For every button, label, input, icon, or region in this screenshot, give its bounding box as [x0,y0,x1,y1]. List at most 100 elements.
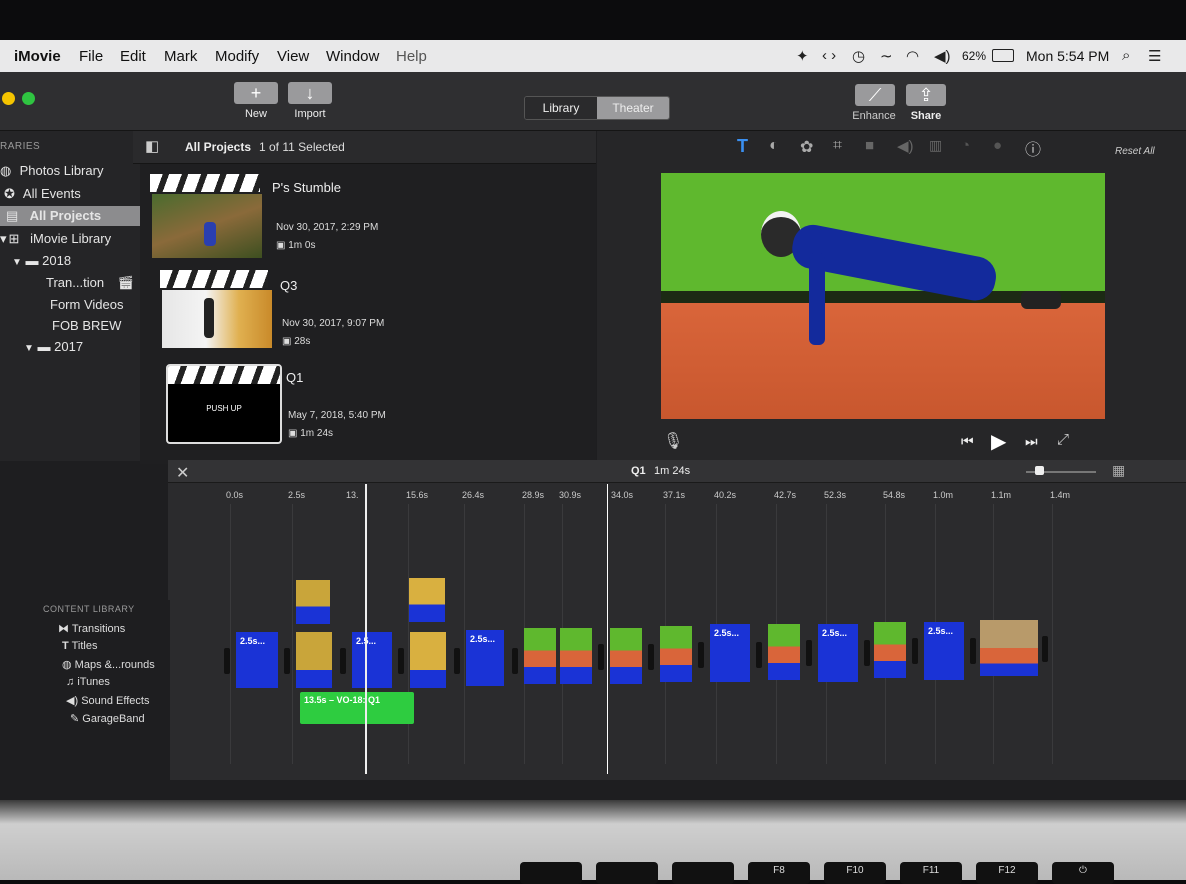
menu-mark[interactable]: Mark [164,48,197,65]
menu-window[interactable]: Window [326,48,379,65]
tab-library[interactable]: Library [525,97,597,119]
cutaway-clip[interactable] [409,578,445,622]
transition-marker[interactable] [454,648,460,674]
menu-app-name[interactable]: iMovie [14,48,61,65]
sidebar-item-2017[interactable]: ▼ ▬ 2017 [24,339,83,354]
play-icon[interactable]: ▶ [991,429,1006,454]
microphone-icon[interactable]: 🎙︎ [663,431,683,451]
sidebar-item-all-projects[interactable]: ▤ All Projects [0,206,142,226]
project-item-ps-stumble[interactable]: P's Stumble Nov 30, 2017, 2:29 PM ▣ 1m 0… [150,174,590,262]
transition-marker[interactable] [756,642,762,668]
titles-text-icon[interactable]: T [737,136,748,157]
menu-edit[interactable]: Edit [120,48,146,65]
content-item-titles[interactable]: T Titles [62,640,97,652]
menu-help[interactable]: Help [396,48,427,65]
transition-marker[interactable] [224,648,230,674]
info-icon[interactable]: ⓘ [1025,136,1041,160]
volume-adjust-icon[interactable]: ◀) [897,137,914,155]
sidebar-item-photos-library[interactable]: ◍ Photos Library [0,163,103,179]
sidebar-item-imovie-library[interactable]: ▾ ⊞ iMovie Library [0,231,111,247]
timeline-clip[interactable]: 2.5... [352,632,392,688]
timeline-clip[interactable] [874,622,906,678]
menu-file[interactable]: File [79,48,103,65]
timeline-clip[interactable] [410,632,446,688]
wifi-icon[interactable]: ◠ [906,47,919,65]
content-item-garageband[interactable]: ✎ GarageBand [70,712,145,725]
content-item-sound-effects[interactable]: ◀) Sound Effects [66,694,149,707]
content-item-transitions[interactable]: ⧓ Transitions [58,622,125,635]
sidebar-item-transition[interactable]: Tran...tion 🎬︎ [46,275,134,291]
transition-marker[interactable] [648,644,654,670]
tab-theater[interactable]: Theater [597,97,669,119]
transition-marker[interactable] [340,648,346,674]
transition-marker[interactable] [698,642,704,668]
skip-back-icon[interactable]: ⏮︎ [961,433,974,450]
notification-center-icon[interactable]: ☰ [1148,47,1161,65]
transition-marker[interactable] [512,648,518,674]
project-item-q1[interactable]: PUSH UP Q1 May 7, 2018, 5:40 PM ▣ 1m 24s [166,364,586,454]
timeline-clip[interactable] [560,628,592,684]
cutaway-clip[interactable] [296,580,330,624]
close-timeline-icon[interactable]: ✕ [176,463,189,483]
skip-forward-icon[interactable]: ⏭︎ [1025,433,1038,450]
minimize-window-icon[interactable] [2,92,15,105]
menu-clock[interactable]: Mon 5:54 PM [1026,48,1109,64]
timeline-clip[interactable] [660,626,692,682]
disclosure-triangle-icon[interactable]: ▼ [24,343,34,354]
playhead[interactable] [365,484,367,774]
enhance-button[interactable]: ⟋ [855,84,895,106]
timeline-clip[interactable]: 2.5s... [710,624,750,682]
time-machine-icon[interactable]: ◷ [852,47,865,65]
code-icon[interactable]: ‹ › [822,47,836,64]
volume-icon[interactable]: ◀) [934,47,951,65]
transition-marker[interactable] [806,640,812,666]
menu-modify[interactable]: Modify [215,48,259,65]
sidebar-item-fob-brew[interactable]: FOB BREW [52,318,121,333]
color-correction-icon[interactable]: ✿ [800,137,813,157]
fullscreen-icon[interactable]: ⤢ [1057,431,1069,448]
content-item-itunes[interactable]: ♫ iTunes [66,676,110,688]
content-item-maps-backgrounds[interactable]: ◍ Maps &...rounds [62,658,155,671]
battery-icon[interactable] [992,49,1014,62]
voiceover-audio-clip[interactable]: 13.5s – VO-18: Q1 [300,692,414,724]
timeline-clip[interactable] [610,628,642,684]
transition-marker[interactable] [284,648,290,674]
sidebar-item-all-events[interactable]: ✪ All Events [4,186,81,202]
new-button[interactable]: + [234,82,278,104]
project-thumbnail[interactable] [152,194,262,258]
disclosure-triangle-icon[interactable]: ▼ [12,257,22,268]
dropbox-icon[interactable]: ✦ [796,47,809,65]
filter-icon[interactable]: ● [993,137,1002,154]
transition-marker[interactable] [398,648,404,674]
stabilization-icon[interactable]: ■ [865,137,874,154]
transition-marker[interactable] [912,638,918,664]
zoom-slider-thumb[interactable] [1035,466,1044,475]
timeline-clip[interactable] [980,620,1038,676]
zoom-window-icon[interactable] [22,92,35,105]
activity-icon[interactable]: ∼ [880,47,893,65]
color-balance-icon[interactable]: ◐ [769,137,779,155]
timeline-clip[interactable]: 2.5s... [818,624,858,682]
timeline-clip[interactable]: 2.5s... [236,632,278,688]
reset-all-button[interactable]: Reset All [1115,146,1155,157]
timeline-clip[interactable]: 2.5s... [466,630,504,686]
transition-marker[interactable] [864,640,870,666]
transition-marker[interactable] [1042,636,1048,662]
clip-appearance-icon[interactable]: ▦ [1112,462,1125,479]
sidebar-item-form-videos[interactable]: Form Videos [50,297,123,312]
spotlight-search-icon[interactable]: ⌕ [1122,47,1130,64]
sidebar-item-2018[interactable]: ▼ ▬ 2018 [12,253,71,268]
speed-icon[interactable]: ◔ [961,137,970,154]
project-thumbnail[interactable] [162,290,272,348]
timeline-clip[interactable] [524,628,556,684]
video-preview[interactable] [661,173,1105,419]
project-thumbnail-selected[interactable]: PUSH UP [166,364,282,444]
menu-view[interactable]: View [277,48,309,65]
timeline-clip[interactable]: 2.5s... [924,622,964,680]
equalizer-icon[interactable]: ▥ [929,137,942,154]
transition-marker[interactable] [598,644,604,670]
timeline-clip[interactable] [768,624,800,680]
crop-icon[interactable]: ⌗ [833,137,842,155]
transition-marker[interactable] [970,638,976,664]
project-item-q3[interactable]: Q3 Nov 30, 2017, 9:07 PM ▣ 28s [158,270,588,358]
